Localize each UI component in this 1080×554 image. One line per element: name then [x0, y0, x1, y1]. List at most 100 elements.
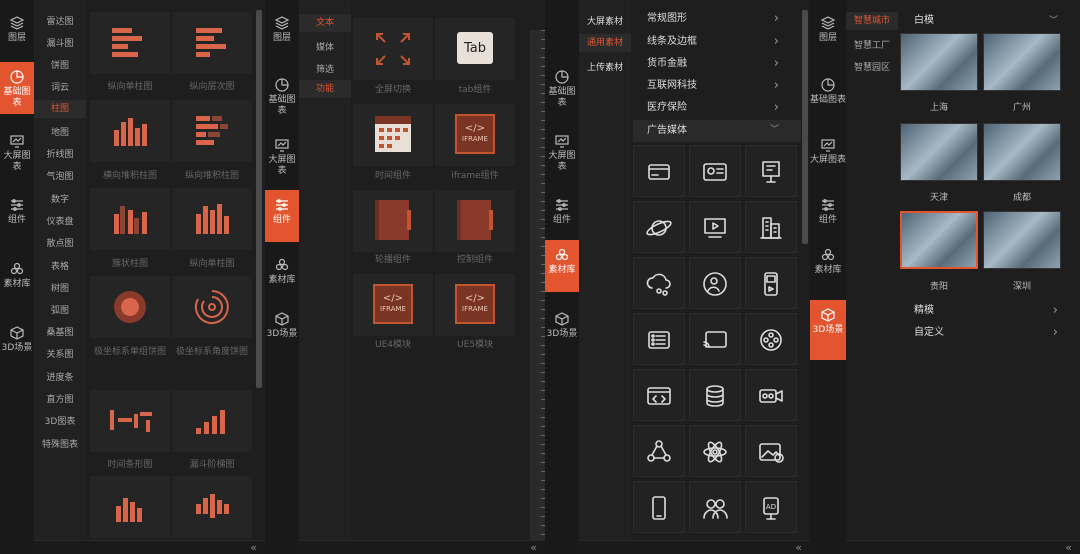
- rail-item-3d-scene[interactable]: 3D场景: [810, 300, 846, 360]
- material-tile[interactable]: [689, 481, 741, 533]
- chart-card[interactable]: [90, 100, 170, 162]
- rail-item-components[interactable]: 组件: [0, 190, 34, 242]
- city-thumbnail[interactable]: [983, 211, 1061, 269]
- collapse-icon[interactable]: «: [530, 541, 537, 554]
- rail-item-components[interactable]: 组件: [810, 190, 846, 242]
- component-card[interactable]: [353, 104, 433, 166]
- rail-item-materials[interactable]: 素材库: [0, 254, 34, 306]
- section-row[interactable]: 自定义 ›: [914, 324, 1064, 342]
- category-item[interactable]: 词云: [34, 80, 86, 93]
- material-tile[interactable]: [689, 425, 741, 477]
- rail-item-big-screen-charts[interactable]: 大屏图表: [265, 130, 299, 182]
- material-tile[interactable]: [745, 201, 797, 253]
- material-tile[interactable]: [633, 425, 685, 477]
- group-row[interactable]: 货币金融 ›: [633, 53, 801, 75]
- category-item[interactable]: 文本: [299, 14, 351, 32]
- rail-item-components[interactable]: 组件: [545, 190, 579, 242]
- rail-item-big-screen-charts[interactable]: 大屏图表: [810, 130, 846, 182]
- category-item[interactable]: 直方图: [34, 392, 86, 405]
- city-thumbnail-selected[interactable]: [900, 211, 978, 269]
- component-card[interactable]: </> IFRAME: [435, 104, 515, 166]
- source-item[interactable]: 上传素材: [579, 60, 631, 73]
- category-item[interactable]: 表格: [34, 259, 86, 272]
- category-item[interactable]: 折线图: [34, 147, 86, 160]
- rail-item-components[interactable]: 组件: [265, 190, 299, 242]
- material-tile[interactable]: [633, 257, 685, 309]
- rail-item-layers[interactable]: 图层: [0, 8, 34, 60]
- material-tile[interactable]: [633, 369, 685, 421]
- chart-card[interactable]: [172, 476, 252, 538]
- material-tile[interactable]: [689, 201, 741, 253]
- category-item[interactable]: 媒体: [299, 40, 351, 53]
- rail-item-basic-charts[interactable]: 基础图表: [810, 70, 846, 122]
- collapse-icon[interactable]: «: [250, 541, 257, 554]
- component-card[interactable]: </> IFRAME: [353, 274, 433, 336]
- category-item[interactable]: 漏斗图: [34, 36, 86, 49]
- category-item[interactable]: 数字: [34, 192, 86, 205]
- city-thumbnail[interactable]: [983, 123, 1061, 181]
- component-card[interactable]: [353, 190, 433, 252]
- scrollbar[interactable]: [802, 10, 808, 244]
- source-item[interactable]: 大屏素材: [579, 14, 631, 27]
- rail-item-materials[interactable]: 素材库: [265, 250, 299, 302]
- chart-card[interactable]: [90, 188, 170, 250]
- category-item[interactable]: 雷达图: [34, 14, 86, 27]
- material-tile[interactable]: [745, 425, 797, 477]
- category-item[interactable]: 关系图: [34, 347, 86, 360]
- category-item[interactable]: 饼图: [34, 58, 86, 71]
- chart-card[interactable]: [90, 276, 170, 338]
- rail-item-3d-scene[interactable]: 3D场景: [265, 304, 299, 356]
- component-card[interactable]: Tab: [435, 18, 515, 80]
- material-tile[interactable]: [689, 369, 741, 421]
- city-thumbnail[interactable]: [900, 33, 978, 91]
- category-item[interactable]: 树图: [34, 281, 86, 294]
- chart-card[interactable]: [90, 476, 170, 538]
- category-item-active[interactable]: 柱图: [34, 100, 86, 118]
- collapse-icon[interactable]: «: [1065, 541, 1072, 554]
- rail-item-basic-charts[interactable]: 基础图表: [0, 62, 34, 114]
- category-item[interactable]: 3D图表: [34, 414, 86, 427]
- chart-card[interactable]: [172, 276, 252, 338]
- material-tile[interactable]: [689, 257, 741, 309]
- material-tile[interactable]: [633, 481, 685, 533]
- rail-item-basic-charts[interactable]: 基础图表: [265, 70, 299, 122]
- rail-item-materials[interactable]: 素材库: [545, 240, 579, 292]
- material-tile[interactable]: [633, 313, 685, 365]
- category-item[interactable]: 仪表盘: [34, 214, 86, 227]
- scene-item[interactable]: 智慧园区: [846, 60, 898, 73]
- category-item[interactable]: 气泡图: [34, 169, 86, 182]
- component-card[interactable]: [435, 190, 515, 252]
- category-item[interactable]: 地图: [34, 125, 86, 138]
- section-row[interactable]: 精模 ›: [914, 302, 1064, 320]
- chart-card[interactable]: [90, 390, 170, 452]
- rail-item-3d-scene[interactable]: 3D场景: [545, 304, 579, 356]
- group-row[interactable]: 互联网科技 ›: [633, 75, 801, 97]
- rail-item-3d-scene[interactable]: 3D场景: [0, 318, 34, 370]
- chart-card[interactable]: [172, 390, 252, 452]
- rail-item-layers[interactable]: 图层: [810, 8, 846, 60]
- scrollbar[interactable]: [256, 10, 262, 388]
- group-row[interactable]: 线条及边框 ›: [633, 31, 801, 53]
- source-item-active[interactable]: 通用素材: [579, 34, 631, 52]
- material-tile[interactable]: [689, 145, 741, 197]
- chart-card[interactable]: [172, 188, 252, 250]
- category-item-active[interactable]: 功能: [299, 80, 351, 98]
- scene-item[interactable]: 智慧工厂: [846, 38, 898, 51]
- category-item[interactable]: 弧图: [34, 303, 86, 316]
- rail-item-big-screen-charts[interactable]: 大屏图表: [0, 126, 34, 178]
- material-tile[interactable]: [689, 313, 741, 365]
- model-dropdown[interactable]: 白模 ﹀: [914, 12, 1064, 30]
- group-row-open[interactable]: 广告媒体 ﹀: [633, 120, 801, 142]
- scene-item-active[interactable]: 智慧城市: [846, 12, 898, 30]
- material-tile[interactable]: [745, 145, 797, 197]
- chart-card[interactable]: [172, 12, 252, 74]
- rail-item-basic-charts[interactable]: 基础图表: [545, 62, 579, 114]
- chart-card[interactable]: [172, 100, 252, 162]
- rail-item-materials[interactable]: 素材库: [810, 240, 846, 292]
- collapse-icon[interactable]: «: [795, 541, 802, 554]
- material-tile[interactable]: AD: [745, 481, 797, 533]
- category-item[interactable]: 筛选: [299, 62, 351, 75]
- rail-item-layers[interactable]: 图层: [265, 8, 299, 60]
- material-tile[interactable]: [633, 145, 685, 197]
- category-item[interactable]: 特殊图表: [34, 437, 86, 450]
